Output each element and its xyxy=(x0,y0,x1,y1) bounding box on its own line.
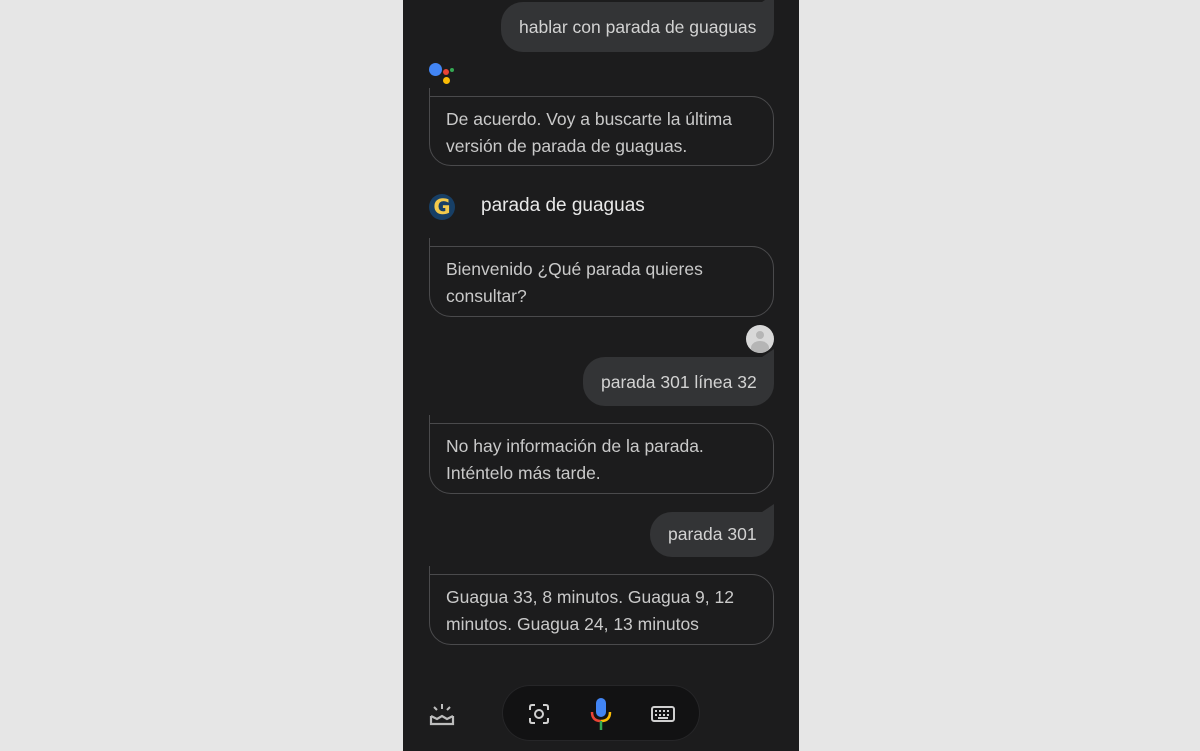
action-g-icon: G xyxy=(429,194,455,220)
google-assistant-icon xyxy=(428,60,456,88)
user-message-text: parada 301 línea 32 xyxy=(601,372,757,392)
mic-icon[interactable] xyxy=(587,697,615,731)
action-title: parada de guaguas xyxy=(481,195,645,216)
user-message: parada 301 xyxy=(650,504,774,557)
action-message-text: Guagua 33, 8 minutos. Guagua 9, 12 minut… xyxy=(446,587,734,634)
snapshot-icon[interactable] xyxy=(428,700,456,728)
action-message: No hay información de la parada. Inténte… xyxy=(429,415,774,494)
assistant-message: De acuerdo. Voy a buscarte la última ver… xyxy=(429,88,774,166)
lens-icon[interactable] xyxy=(525,700,553,728)
action-message: Guagua 33, 8 minutos. Guagua 9, 12 minut… xyxy=(429,566,774,645)
action-message-text: Bienvenido ¿Qué parada quieres consultar… xyxy=(446,259,703,306)
user-message: parada 301 línea 32 xyxy=(583,349,774,406)
action-message: Bienvenido ¿Qué parada quieres consultar… xyxy=(429,238,774,317)
user-message: hablar con parada de guaguas xyxy=(501,0,774,52)
assistant-message-text: De acuerdo. Voy a buscarte la última ver… xyxy=(446,109,732,156)
user-message-text: parada 301 xyxy=(668,524,757,544)
keyboard-icon[interactable] xyxy=(650,702,676,726)
action-message-text: No hay información de la parada. Inténte… xyxy=(446,436,704,483)
user-message-text: hablar con parada de guaguas xyxy=(519,17,757,37)
